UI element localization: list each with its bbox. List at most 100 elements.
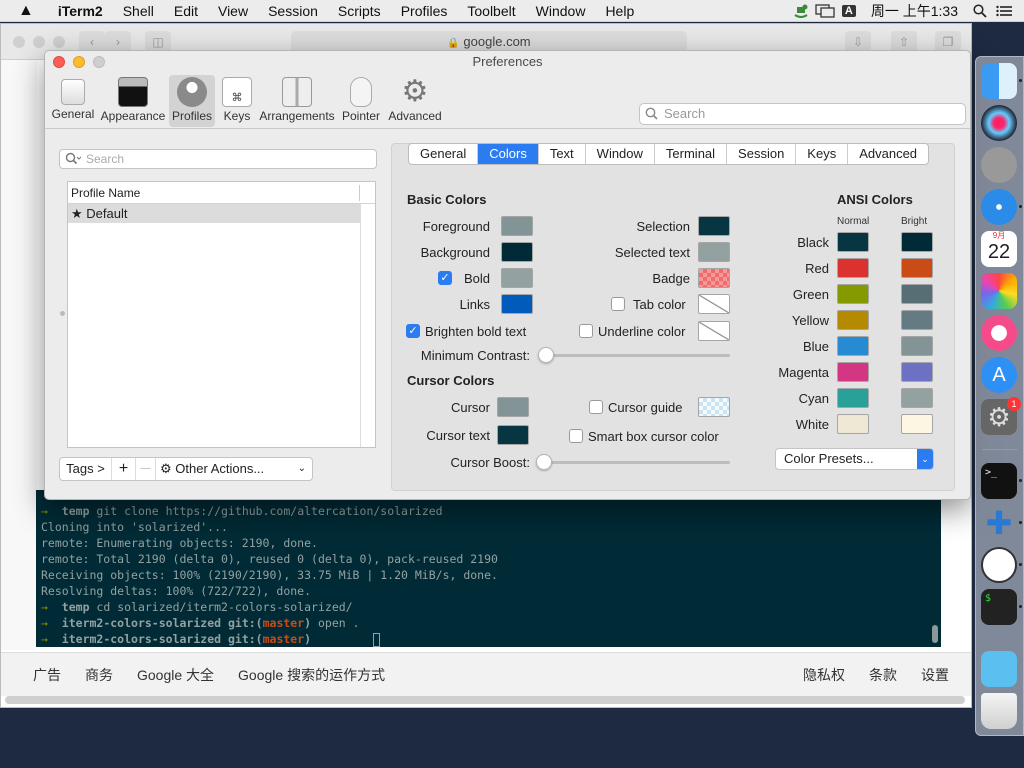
footer-link-privacy[interactable]: 隐私权 [803,665,845,685]
menu-session[interactable]: Session [258,3,328,19]
menu-shell[interactable]: Shell [113,3,164,19]
underline-color-swatch[interactable] [698,321,730,341]
tab-advanced[interactable]: Advanced [848,144,928,164]
toolbar-advanced[interactable]: ⚙ Advanced [387,75,443,127]
terminal-scrollbar[interactable] [932,625,938,643]
footer-link-ads[interactable]: 广告 [33,665,61,685]
profile-list-header[interactable]: Profile Name [68,182,375,204]
footer-link-google-all[interactable]: Google 大全 [137,665,214,685]
foreground-swatch[interactable] [501,216,533,236]
remove-profile-button[interactable]: — [136,458,156,480]
safari-compass-icon[interactable] [981,189,1017,225]
screen-share-icon[interactable] [813,0,837,22]
terminal-app-icon[interactable]: $ [981,589,1017,625]
apple-menu-icon[interactable]: ▲ [0,2,48,20]
ansi-black-bright-swatch[interactable] [901,232,933,252]
ansi-cyan-bright-swatch[interactable] [901,388,933,408]
menu-window[interactable]: Window [526,3,596,19]
tab-general[interactable]: General [409,144,479,164]
app-store-icon[interactable]: A [981,357,1017,393]
activity-gauge-icon[interactable] [981,547,1017,583]
footer-link-how-search-works[interactable]: Google 搜索的运作方式 [238,665,385,685]
footer-link-business[interactable]: 商务 [85,665,113,685]
profile-list[interactable]: Profile Name ★ Default [67,181,376,448]
ansi-blue-normal-swatch[interactable] [837,336,869,356]
menu-clock[interactable]: 周一 上午1:33 [861,1,968,21]
ansi-yellow-bright-swatch[interactable] [901,310,933,330]
list-item[interactable]: ★ Default [68,204,361,223]
tab-terminal[interactable]: Terminal [655,144,728,164]
badge-swatch[interactable] [698,268,730,288]
menu-help[interactable]: Help [595,3,644,19]
cursor-guide-checkbox[interactable] [589,400,603,414]
links-swatch[interactable] [501,294,533,314]
ansi-green-normal-swatch[interactable] [837,284,869,304]
launchpad-rocket-icon[interactable] [981,147,1017,183]
cursor-boost-knob[interactable] [536,454,552,470]
safari-close-button[interactable] [13,36,25,48]
add-profile-button[interactable]: + [112,458,136,480]
terminal-output[interactable]: → temp git clone https://github.com/alte… [36,490,941,647]
input-method-icon[interactable]: A [837,0,861,22]
toolbar-arrangements[interactable]: Arrangements [259,75,335,127]
toolbar-appearance[interactable]: Appearance [99,75,167,127]
horizontal-scrollbar[interactable] [5,696,965,704]
close-button[interactable] [53,56,65,68]
underline-color-checkbox[interactable] [579,324,593,338]
toolbar-keys[interactable]: ⌘ Keys [217,75,257,127]
toolbar-profiles[interactable]: Profiles [169,75,215,127]
menu-profiles[interactable]: Profiles [391,3,458,19]
siri-icon[interactable] [981,105,1017,141]
split-handle[interactable] [60,311,65,316]
ansi-red-normal-swatch[interactable] [837,258,869,278]
photos-icon[interactable] [981,273,1017,309]
selected-text-swatch[interactable] [698,242,730,262]
ansi-yellow-normal-swatch[interactable] [837,310,869,330]
ansi-blue-bright-swatch[interactable] [901,336,933,356]
ansi-white-bright-swatch[interactable] [901,414,933,434]
ansi-white-normal-swatch[interactable] [837,414,869,434]
selection-swatch[interactable] [698,216,730,236]
menu-toolbelt[interactable]: Toolbelt [457,3,525,19]
menu-edit[interactable]: Edit [164,3,208,19]
tab-color-swatch[interactable] [698,294,730,314]
minimize-button[interactable] [73,56,85,68]
smart-box-checkbox[interactable] [569,429,583,443]
other-actions-dropdown[interactable]: ⚙ Other Actions... ⌄ [156,458,312,480]
menu-app-name[interactable]: iTerm2 [48,3,113,19]
vscode-icon[interactable]: ✚ [981,505,1017,541]
rocking-horse-icon[interactable] [789,0,813,22]
cursor-swatch[interactable] [497,397,529,417]
safari-zoom-button[interactable] [53,36,65,48]
ansi-green-bright-swatch[interactable] [901,284,933,304]
cursor-boost-slider[interactable] [540,461,730,464]
notification-center-icon[interactable] [992,0,1016,22]
color-presets-dropdown[interactable]: Color Presets... ⌄ [775,448,934,470]
zoom-button[interactable] [93,56,105,68]
cursor-guide-swatch[interactable] [698,397,730,417]
cursor-text-swatch[interactable] [497,425,529,445]
tags-button[interactable]: Tags > [60,458,112,480]
min-contrast-knob[interactable] [538,347,554,363]
tab-window[interactable]: Window [586,144,655,164]
preferences-search-field[interactable]: Search [639,103,966,125]
music-icon[interactable] [981,315,1017,351]
toolbar-general[interactable]: General [49,75,97,127]
tab-colors[interactable]: Colors [478,144,539,164]
spotlight-search-icon[interactable] [968,0,992,22]
footer-link-terms[interactable]: 条款 [869,665,897,685]
tab-session[interactable]: Session [727,144,797,164]
footer-link-settings[interactable]: 设置 [921,665,949,685]
ansi-magenta-normal-swatch[interactable] [837,362,869,382]
ansi-cyan-normal-swatch[interactable] [837,388,869,408]
profile-search-field[interactable]: Search [59,149,377,169]
menu-view[interactable]: View [208,3,258,19]
tab-color-checkbox[interactable] [611,297,625,311]
iterm-terminal-icon[interactable]: >_ [981,463,1017,499]
toolbar-pointer[interactable]: Pointer [337,75,385,127]
tab-keys[interactable]: Keys [796,144,849,164]
ansi-magenta-bright-swatch[interactable] [901,362,933,382]
min-contrast-slider[interactable] [540,354,730,357]
bold-swatch[interactable] [501,268,533,288]
ansi-black-normal-swatch[interactable] [837,232,869,252]
